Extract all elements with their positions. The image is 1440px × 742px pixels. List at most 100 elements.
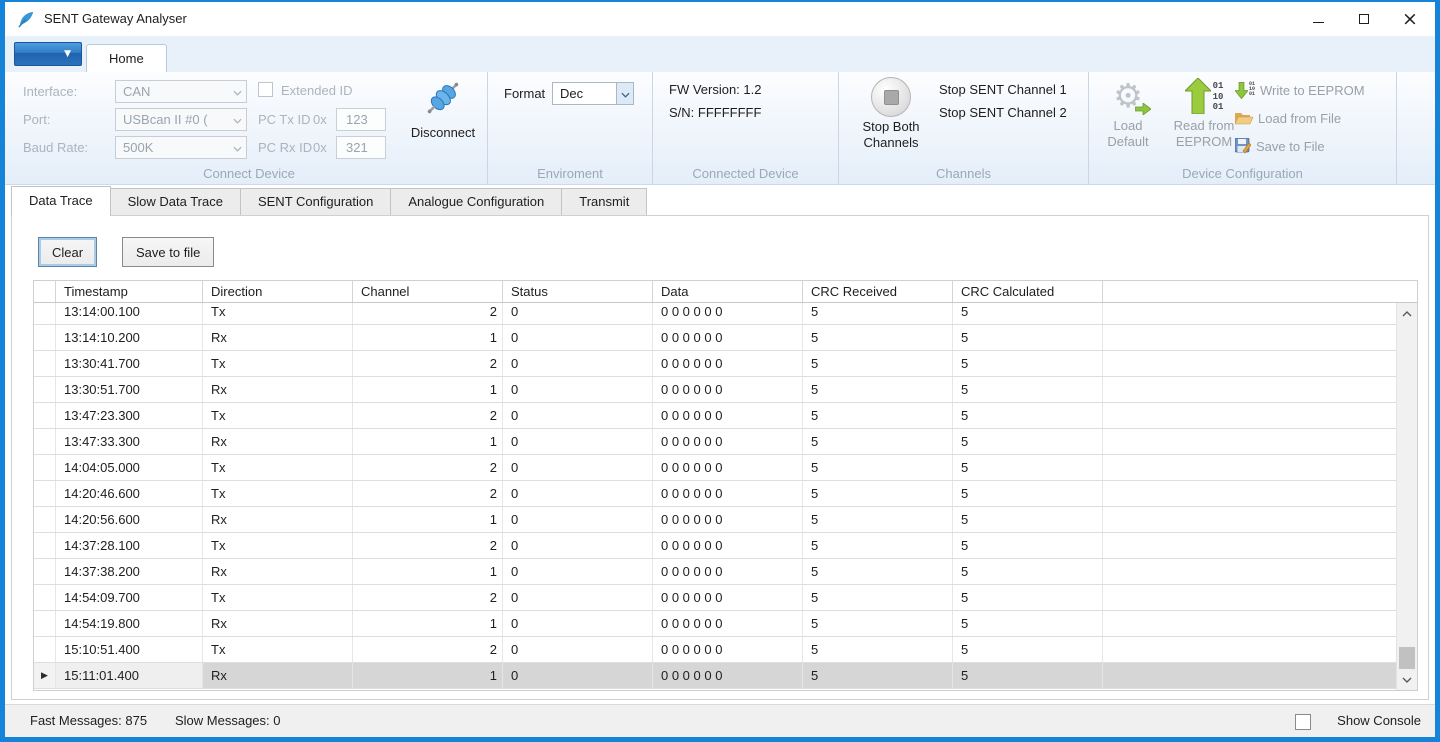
table-row[interactable]: 14:37:38.200 Rx 1 0 0 0 0 0 0 0 5 5 [34, 559, 1396, 585]
tab-analogue-configuration[interactable]: Analogue Configuration [391, 188, 562, 215]
cell-timestamp: 14:04:05.000 [56, 455, 203, 480]
group-label-connected-device: Connected Device [653, 166, 838, 181]
table-row[interactable]: 13:30:51.700 Rx 1 0 0 0 0 0 0 0 5 5 [34, 377, 1396, 403]
tab-transmit[interactable]: Transmit [562, 188, 647, 215]
app-window: SENT Gateway Analyser × ▼ Home Interface… [0, 0, 1440, 742]
stop-both-channels-label: Stop Both Channels [853, 119, 929, 152]
cell-status: 0 [503, 637, 653, 662]
cell-direction: Tx [203, 637, 353, 662]
tab-sent-configuration[interactable]: SENT Configuration [241, 188, 391, 215]
close-icon: × [1402, 10, 1418, 29]
cell-filler [1103, 429, 1396, 454]
file-menu-button[interactable]: ▼ [14, 42, 82, 66]
table-row[interactable]: 13:14:10.200 Rx 1 0 0 0 0 0 0 0 5 5 [34, 325, 1396, 351]
clear-button[interactable]: Clear [38, 237, 97, 267]
format-label: Format [504, 86, 545, 101]
cell-status: 0 [503, 377, 653, 402]
port-combo[interactable]: USBcan II #0 ( [115, 108, 247, 131]
ribbon-tab-home[interactable]: Home [86, 44, 167, 73]
table-row[interactable]: 13:47:23.300 Tx 2 0 0 0 0 0 0 0 5 5 [34, 403, 1396, 429]
save-to-file-button[interactable]: Save to File [1235, 136, 1325, 156]
load-from-file-button[interactable]: Load from File [1235, 108, 1341, 128]
baud-rate-combo[interactable]: 500K [115, 136, 247, 159]
cell-direction: Rx [203, 663, 353, 688]
load-from-file-label: Load from File [1258, 111, 1341, 126]
column-header-timestamp[interactable]: Timestamp [56, 281, 203, 302]
row-indicator [34, 377, 56, 402]
pc-tx-id-label: PC Tx ID [258, 112, 311, 127]
stop-sent-channel-2-button[interactable]: Stop SENT Channel 2 [939, 105, 1067, 120]
cell-channel: 1 [353, 325, 503, 350]
table-row[interactable]: 13:47:33.300 Rx 1 0 0 0 0 0 0 0 5 5 [34, 429, 1396, 455]
table-row[interactable]: 14:20:56.600 Rx 1 0 0 0 0 0 0 0 5 5 [34, 507, 1396, 533]
stop-both-channels-button[interactable]: Stop Both Channels [853, 77, 929, 152]
column-header-direction[interactable]: Direction [203, 281, 353, 302]
table-row[interactable]: 15:10:51.400 Tx 2 0 0 0 0 0 0 0 5 5 [34, 637, 1396, 663]
save-to-file-toolbar-button[interactable]: Save to file [122, 237, 214, 267]
cell-crc-calculated: 5 [953, 377, 1103, 402]
ribbon: Interface: CAN Port: USBcan II #0 ( Baud… [5, 72, 1435, 185]
chevron-down-icon: ▼ [64, 49, 71, 59]
cell-crc-received: 5 [803, 585, 953, 610]
pc-rx-id-field[interactable]: 321 [336, 136, 386, 159]
column-header-channel[interactable]: Channel [353, 281, 503, 302]
row-indicator [34, 611, 56, 636]
cell-channel: 1 [353, 507, 503, 532]
chevron-down-icon [616, 83, 633, 104]
scroll-up-button[interactable] [1397, 303, 1417, 324]
cell-filler [1103, 377, 1396, 402]
serial-number-text: S/N: FFFFFFFF [669, 105, 761, 120]
cell-status: 0 [503, 351, 653, 376]
minimize-button[interactable] [1295, 2, 1341, 36]
cell-data: 0 0 0 0 0 0 [653, 403, 803, 428]
close-button[interactable]: × [1387, 2, 1433, 36]
table-row[interactable]: 13:14:00.100 Tx 2 0 0 0 0 0 0 0 5 5 [34, 303, 1396, 325]
format-combo[interactable]: Dec [552, 82, 634, 105]
save-to-file-label: Save to File [1256, 139, 1325, 154]
show-console-checkbox[interactable] [1295, 714, 1311, 730]
cell-channel: 2 [353, 533, 503, 558]
write-to-eeprom-button[interactable]: 011001 Write to EEPROM [1235, 80, 1365, 100]
scroll-down-button[interactable] [1397, 669, 1417, 690]
chevron-down-icon [1402, 677, 1412, 683]
table-row[interactable]: 14:37:28.100 Tx 2 0 0 0 0 0 0 0 5 5 [34, 533, 1396, 559]
table-row[interactable]: 13:30:41.700 Tx 2 0 0 0 0 0 0 0 5 5 [34, 351, 1396, 377]
cell-filler [1103, 325, 1396, 350]
write-eeprom-icon: 011001 [1235, 82, 1255, 99]
column-header-status[interactable]: Status [503, 281, 653, 302]
table-row[interactable]: 14:54:19.800 Rx 1 0 0 0 0 0 0 0 5 5 [34, 611, 1396, 637]
column-header-crc-received[interactable]: CRC Received [803, 281, 953, 302]
scrollbar-track[interactable] [1397, 324, 1417, 669]
cell-timestamp: 13:14:10.200 [56, 325, 203, 350]
table-row[interactable]: ▶ 15:11:01.400 Rx 1 0 0 0 0 0 0 0 5 5 [34, 663, 1396, 689]
disconnect-button[interactable]: Disconnect [403, 76, 483, 141]
vertical-scrollbar[interactable] [1396, 303, 1417, 690]
table-row[interactable]: 14:20:46.600 Tx 2 0 0 0 0 0 0 0 5 5 [34, 481, 1396, 507]
cell-channel: 2 [353, 637, 503, 662]
cell-status: 0 [503, 455, 653, 480]
table-row[interactable]: 14:04:05.000 Tx 2 0 0 0 0 0 0 0 5 5 [34, 455, 1396, 481]
cell-filler [1103, 663, 1396, 688]
load-default-button[interactable]: ⚙ Load Default [1097, 78, 1159, 151]
cell-crc-received: 5 [803, 303, 953, 324]
cell-filler [1103, 611, 1396, 636]
extended-id-checkbox[interactable] [258, 82, 273, 97]
cell-data: 0 0 0 0 0 0 [653, 455, 803, 480]
load-default-label: Load Default [1097, 118, 1159, 151]
cell-filler [1103, 403, 1396, 428]
cell-data: 0 0 0 0 0 0 [653, 585, 803, 610]
scrollbar-thumb[interactable] [1399, 647, 1415, 669]
tab-data-trace[interactable]: Data Trace [11, 186, 111, 216]
cell-status: 0 [503, 533, 653, 558]
cell-direction: Rx [203, 325, 353, 350]
table-row[interactable]: 14:54:09.700 Tx 2 0 0 0 0 0 0 0 5 5 [34, 585, 1396, 611]
disconnect-label: Disconnect [403, 125, 483, 141]
interface-combo[interactable]: CAN [115, 80, 247, 103]
column-header-crc-calculated[interactable]: CRC Calculated [953, 281, 1103, 302]
cell-crc-calculated: 5 [953, 325, 1103, 350]
tab-slow-data-trace[interactable]: Slow Data Trace [111, 188, 241, 215]
stop-sent-channel-1-button[interactable]: Stop SENT Channel 1 [939, 82, 1067, 97]
column-header-data[interactable]: Data [653, 281, 803, 302]
maximize-button[interactable] [1341, 2, 1387, 36]
pc-tx-id-field[interactable]: 123 [336, 108, 386, 131]
